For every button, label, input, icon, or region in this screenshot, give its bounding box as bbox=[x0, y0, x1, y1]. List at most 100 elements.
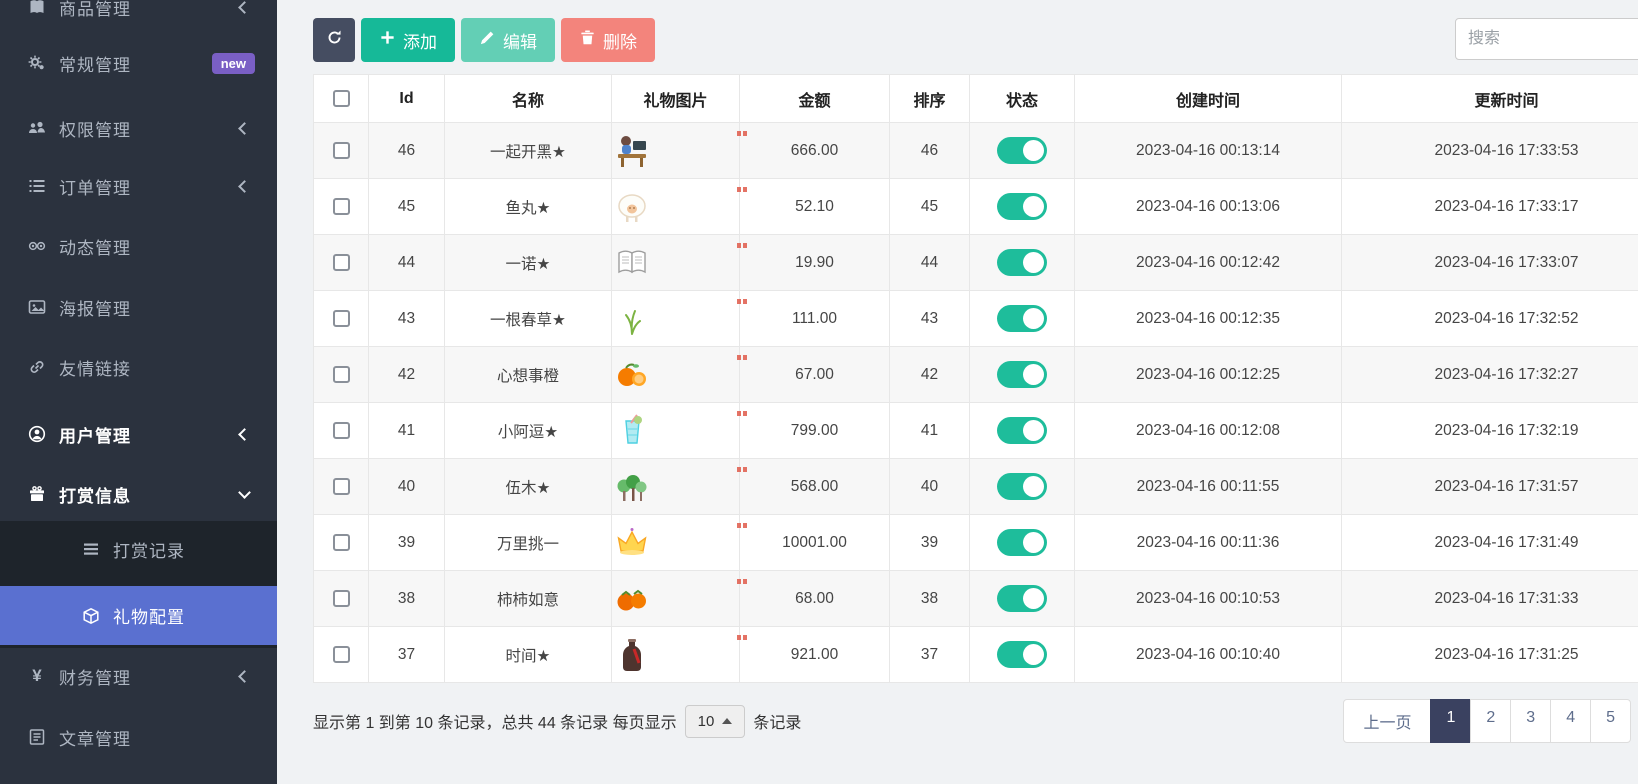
row-checkbox[interactable] bbox=[332, 477, 350, 495]
row-checkbox[interactable] bbox=[332, 589, 350, 607]
cell-gift-image bbox=[611, 402, 741, 459]
previous-page-button[interactable]: 上一页 bbox=[1343, 699, 1432, 743]
gift-image-drink bbox=[612, 410, 741, 451]
cell-gift-image bbox=[611, 178, 741, 235]
status-toggle-on[interactable] bbox=[997, 137, 1047, 164]
sidebar-item-label: 商品管理 bbox=[59, 0, 131, 19]
cell-sort: 42 bbox=[889, 346, 970, 403]
gift-watermark bbox=[737, 186, 741, 192]
cell-status bbox=[969, 346, 1075, 403]
cell-sort: 45 bbox=[889, 178, 970, 235]
cell-id: 46 bbox=[368, 122, 445, 179]
table-row: 43 一根春草★ 111.00 43 2023-04-16 00:12:35 2023-0… bbox=[313, 290, 1638, 347]
column-header[interactable]: 礼物图片 bbox=[611, 74, 740, 123]
delete-button[interactable]: 删除 bbox=[561, 18, 655, 62]
cell-name: 心想事橙 bbox=[444, 346, 612, 403]
sidebar-item-general[interactable]: 常规管理 new bbox=[0, 36, 277, 90]
row-checkbox[interactable] bbox=[332, 365, 350, 383]
cell-updated: 2023-04-16 17:32:52 bbox=[1341, 290, 1638, 347]
cell-amount: 52.10 bbox=[739, 178, 890, 235]
page-button-4[interactable]: 4 bbox=[1550, 699, 1592, 743]
page-button-3[interactable]: 3 bbox=[1510, 699, 1552, 743]
column-header[interactable]: 创建时间 bbox=[1074, 74, 1342, 123]
table-row: 42 心想事橙 67.00 42 2023-04-16 00:12:25 2023-04-… bbox=[313, 346, 1638, 403]
pagination-summary: 显示第 1 到第 10 条记录，总共 44 条记录 每页显示 10 条记录 bbox=[313, 704, 801, 738]
link-icon bbox=[26, 358, 48, 376]
add-button[interactable]: 添加 bbox=[361, 18, 455, 62]
status-toggle-on[interactable] bbox=[997, 417, 1047, 444]
cell-select bbox=[313, 122, 369, 179]
page-button-1[interactable]: 1 bbox=[1430, 699, 1472, 743]
sidebar-item-reward-records[interactable]: 打赏记录 bbox=[0, 522, 277, 576]
cell-gift-image bbox=[611, 514, 741, 571]
gift-image-computer bbox=[612, 130, 741, 171]
gift-image-crown bbox=[612, 522, 741, 563]
row-checkbox[interactable] bbox=[332, 309, 350, 327]
status-toggle-on[interactable] bbox=[997, 585, 1047, 612]
sidebar-item-articles[interactable]: 文章管理 bbox=[0, 710, 277, 764]
sidebar-item-finance[interactable]: ¥ 财务管理 bbox=[0, 649, 277, 703]
search-input[interactable] bbox=[1455, 18, 1638, 60]
cell-select bbox=[313, 458, 369, 515]
pencil-icon bbox=[479, 29, 496, 51]
status-toggle-on[interactable] bbox=[997, 473, 1047, 500]
sidebar-item-label: 动态管理 bbox=[59, 238, 131, 258]
status-toggle-on[interactable] bbox=[997, 529, 1047, 556]
sidebar-item-label: 订单管理 bbox=[59, 178, 131, 198]
cell-id: 38 bbox=[368, 570, 445, 627]
column-header[interactable]: 更新时间 bbox=[1341, 74, 1638, 123]
row-checkbox[interactable] bbox=[332, 645, 350, 663]
sidebar-item-permissions[interactable]: 权限管理 bbox=[0, 101, 277, 155]
bars-icon bbox=[80, 540, 102, 558]
cell-name: 小阿逗★ bbox=[444, 402, 612, 459]
sidebar-item-posters[interactable]: 海报管理 bbox=[0, 280, 277, 334]
page-size-select[interactable]: 10 bbox=[684, 704, 746, 738]
cell-updated: 2023-04-16 17:31:49 bbox=[1341, 514, 1638, 571]
sidebar-item-dynamics[interactable]: 动态管理 bbox=[0, 219, 277, 273]
cell-sort: 39 bbox=[889, 514, 970, 571]
status-toggle-on[interactable] bbox=[997, 361, 1047, 388]
status-toggle-on[interactable] bbox=[997, 641, 1047, 668]
eyes-icon bbox=[26, 237, 48, 255]
status-toggle-on[interactable] bbox=[997, 193, 1047, 220]
sidebar-item-friend-links[interactable]: 友情链接 bbox=[0, 340, 277, 394]
page-button-2[interactable]: 2 bbox=[1470, 699, 1512, 743]
row-checkbox[interactable] bbox=[332, 421, 350, 439]
row-checkbox[interactable] bbox=[332, 141, 350, 159]
row-checkbox[interactable] bbox=[332, 197, 350, 215]
column-header[interactable]: 排序 bbox=[889, 74, 970, 123]
cell-status bbox=[969, 458, 1075, 515]
page-button-5[interactable]: 5 bbox=[1590, 699, 1631, 743]
cell-name: 鱼丸★ bbox=[444, 178, 612, 235]
sidebar-item-users[interactable]: 用户管理 bbox=[0, 407, 277, 461]
select-all-checkbox[interactable] bbox=[332, 89, 350, 107]
sidebar-item-orders[interactable]: 订单管理 bbox=[0, 159, 277, 213]
status-toggle-on[interactable] bbox=[997, 305, 1047, 332]
refresh-button[interactable] bbox=[313, 18, 355, 62]
sidebar-item-gift-config[interactable]: 礼物配置 bbox=[0, 586, 277, 645]
cell-amount: 921.00 bbox=[739, 626, 890, 683]
edit-button[interactable]: 编辑 bbox=[461, 18, 555, 62]
sidebar-item-label: 打赏信息 bbox=[59, 486, 131, 506]
status-toggle-on[interactable] bbox=[997, 249, 1047, 276]
sidebar-item-reward-info[interactable]: 打赏信息 bbox=[0, 467, 277, 521]
row-checkbox[interactable] bbox=[332, 253, 350, 271]
table-row: 39 万里挑一 10001.00 39 2023-04-16 00:11:36 2023-… bbox=[313, 514, 1638, 571]
row-checkbox[interactable] bbox=[332, 533, 350, 551]
gift-watermark bbox=[737, 298, 741, 304]
cell-gift-image bbox=[611, 570, 741, 627]
column-header[interactable]: 状态 bbox=[969, 74, 1075, 123]
gift-image-persimmon bbox=[612, 578, 741, 619]
column-header[interactable]: Id bbox=[368, 74, 445, 123]
image-icon bbox=[26, 298, 48, 316]
cell-select bbox=[313, 178, 369, 235]
cell-name: 一根春草★ bbox=[444, 290, 612, 347]
sidebar-item-goods[interactable]: 商品管理 bbox=[0, 0, 277, 34]
cell-status bbox=[969, 514, 1075, 571]
cell-updated: 2023-04-16 17:33:53 bbox=[1341, 122, 1638, 179]
column-header[interactable]: 名称 bbox=[444, 74, 612, 123]
column-header[interactable]: 金额 bbox=[739, 74, 890, 123]
cell-status bbox=[969, 234, 1075, 291]
cell-sort: 44 bbox=[889, 234, 970, 291]
cell-sort: 43 bbox=[889, 290, 970, 347]
